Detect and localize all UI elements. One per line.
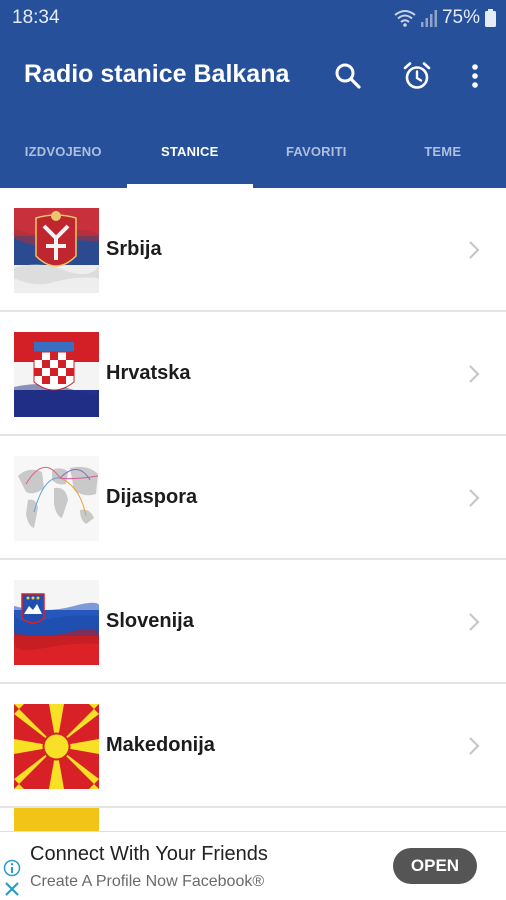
serbia-flag	[14, 208, 99, 293]
station-name: Makedonija	[106, 734, 215, 756]
macedonia-flag	[14, 704, 99, 789]
wifi-icon	[394, 9, 416, 27]
tab-stanice[interactable]: STANICE	[126, 124, 254, 188]
station-name: Srbija	[106, 238, 162, 260]
info-icon[interactable]	[3, 859, 21, 877]
tab-bar: IZDVOJENO STANICE FAVORITI TEME	[0, 124, 506, 188]
status-time: 18:34	[12, 7, 60, 28]
ad-banner[interactable]: Connect With Your Friends Create A Profi…	[0, 831, 506, 900]
app-title: Radio stanice Balkana	[24, 60, 290, 88]
alarm-icon	[403, 62, 431, 89]
world-map	[14, 456, 99, 541]
ad-title: Connect With Your Friends	[30, 843, 268, 865]
station-name: Hrvatska	[106, 362, 191, 384]
chevron-right-icon	[469, 613, 480, 631]
croatia-flag	[14, 332, 99, 417]
battery-percent: 75%	[441, 7, 480, 28]
chevron-right-icon	[469, 365, 480, 383]
more-vert-icon	[472, 64, 478, 88]
list-item-srbija[interactable]: Srbija	[0, 188, 506, 312]
close-icon[interactable]	[3, 880, 21, 898]
ad-subtitle: Create A Profile Now Facebook®	[30, 873, 265, 890]
slovenia-flag	[14, 580, 99, 665]
tab-teme[interactable]: TEME	[380, 124, 506, 188]
station-list: Srbija Hrvatska Dijaspora Slovenija Make…	[0, 188, 506, 808]
open-button[interactable]: OPEN	[393, 848, 477, 884]
search-icon	[335, 63, 361, 89]
tab-izdvojeno[interactable]: IZDVOJENO	[0, 124, 127, 188]
list-item-makedonija[interactable]: Makedonija	[0, 684, 506, 808]
station-name: Slovenija	[106, 610, 194, 632]
chevron-right-icon	[469, 489, 480, 507]
tab-favoriti[interactable]: FAVORITI	[253, 124, 380, 188]
list-item-slovenija[interactable]: Slovenija	[0, 560, 506, 684]
next-list-item-flag	[14, 808, 99, 832]
station-name: Dijaspora	[106, 486, 198, 508]
battery-icon	[485, 9, 496, 27]
search-button[interactable]	[328, 56, 368, 96]
signal-icon	[420, 9, 437, 27]
chevron-right-icon	[469, 737, 480, 755]
alarm-button[interactable]	[397, 56, 437, 96]
list-item-dijaspora[interactable]: Dijaspora	[0, 436, 506, 560]
more-options-button[interactable]	[455, 56, 495, 96]
status-bar: 18:34 75%	[0, 0, 506, 36]
status-icons: 75%	[394, 7, 496, 29]
chevron-right-icon	[469, 241, 480, 259]
app-bar: 18:34 75% Radio stanice Balkana IZDVOJEN…	[0, 0, 506, 188]
list-item-hrvatska[interactable]: Hrvatska	[0, 312, 506, 436]
